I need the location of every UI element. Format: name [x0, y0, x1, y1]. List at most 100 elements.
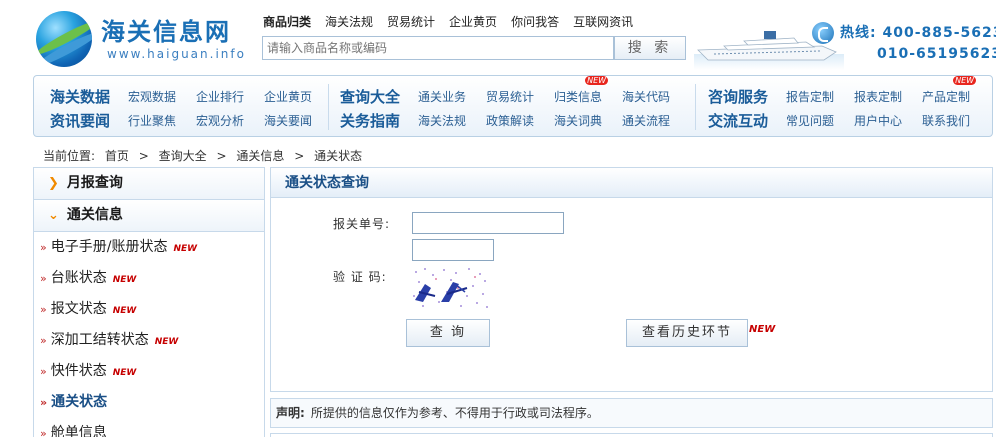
top-link[interactable]: 商品归类	[263, 13, 311, 30]
history-button[interactable]: 查看历史环节	[626, 319, 748, 347]
sidebar-item[interactable]: » 快件状态 NEW	[34, 356, 264, 387]
disclaimer: 声明: 所提供的信息仅作为参考、不得用于行政或司法程序。	[270, 398, 993, 428]
breadcrumb-link[interactable]: 查询大全	[159, 149, 207, 163]
declaration-number-input[interactable]	[412, 212, 564, 234]
nav-item[interactable]: 报告定制	[786, 88, 834, 105]
captcha-image[interactable]	[411, 266, 489, 310]
nav-item[interactable]: 报表定制	[854, 88, 902, 105]
panel-title: 通关状态查询	[271, 168, 992, 198]
breadcrumb-link[interactable]: 首页	[105, 149, 129, 163]
nav-item-product-custom[interactable]: 产品定制 NEW	[922, 75, 977, 105]
sidebar-item[interactable]: » 舱单信息	[34, 418, 264, 437]
sidebar-item-label: 通关状态	[51, 394, 108, 410]
nav-head[interactable]: 关务指南	[340, 110, 418, 131]
new-badge: NEW	[585, 75, 609, 85]
nav-item[interactable]: 通关流程	[622, 112, 670, 129]
nav-head[interactable]: 资讯要闻	[50, 110, 128, 131]
search-input[interactable]	[262, 36, 614, 60]
nav-item[interactable]: 常见问题	[786, 112, 834, 129]
new-badge: NEW	[173, 244, 198, 254]
disclaimer-text: 所提供的信息仅作为参考、不得用于行政或司法程序。	[310, 406, 599, 420]
breadcrumb-current: 通关状态	[314, 149, 363, 163]
sidebar-heading-label: 通关信息	[66, 207, 123, 223]
declaration-number-label: 报关单号:	[333, 217, 391, 231]
nav-item[interactable]: 贸易统计	[486, 88, 534, 105]
sidebar-item-active[interactable]: » 通关状态	[34, 387, 264, 418]
nav-head[interactable]: 咨询服务	[708, 86, 786, 107]
double-chevron-icon: »	[40, 396, 48, 409]
nav-item[interactable]: 海关要闻	[264, 112, 312, 129]
nav-group-service: 咨询服务 报告定制 报表定制 产品定制 NEW 交流互动 常见问题 用户中心 联…	[708, 75, 990, 132]
new-badge: NEW	[154, 337, 179, 347]
breadcrumb: 当前位置: 首页 > 查询大全 > 通关信息 > 通关状态	[43, 147, 368, 164]
chevron-right-icon: ❯	[48, 176, 59, 191]
nav-item[interactable]: 行业聚焦	[128, 112, 176, 129]
top-link[interactable]: 你问我答	[511, 13, 559, 30]
double-chevron-icon: »	[40, 427, 47, 437]
captcha-input[interactable]	[412, 239, 494, 261]
nav-group-data: 海关数据 宏观数据 企业排行 企业黄页 资讯要闻 行业聚焦 宏观分析 海关要闻	[50, 84, 332, 132]
query-panel: 通关状态查询 报关单号: 验 证 码: 查 询 查看历史环节 NEW	[270, 167, 993, 392]
sidebar-item-label: 台账状态	[50, 270, 107, 286]
nav-divider	[328, 84, 329, 130]
top-link[interactable]: 海关法规	[325, 13, 373, 30]
breadcrumb-separator: >	[216, 149, 227, 163]
double-chevron-icon: »	[40, 334, 47, 347]
nav-item[interactable]: 通关业务	[418, 88, 466, 105]
sidebar-item[interactable]: » 电子手册/账册状态 NEW	[34, 232, 264, 263]
top-links: 商品归类 海关法规 贸易统计 企业黄页 你问我答 互联网资讯	[263, 13, 633, 30]
disclaimer-label: 声明:	[276, 406, 305, 420]
sidebar-item-label: 快件状态	[50, 363, 107, 379]
sidebar-item[interactable]: » 报文状态 NEW	[34, 294, 264, 325]
nav-item[interactable]: 宏观分析	[196, 112, 244, 129]
new-badge: NEW	[112, 368, 137, 378]
nav-item[interactable]: 企业黄页	[264, 88, 312, 105]
nav-item-classification[interactable]: 归类信息 NEW	[554, 75, 609, 105]
double-chevron-icon: »	[40, 303, 47, 316]
new-badge: NEW	[953, 75, 977, 85]
breadcrumb-label: 当前位置:	[43, 149, 96, 163]
chevron-down-icon: ⌄	[48, 208, 59, 223]
nav-head[interactable]: 交流互动	[708, 110, 786, 131]
hotline-number: 热线: 400-885-5623	[840, 25, 996, 41]
site-logo-url: www.haiguan.info	[107, 47, 246, 61]
search-button[interactable]: 搜 索	[614, 36, 686, 60]
site-logo-title[interactable]: 海关信息网	[101, 12, 231, 47]
top-link[interactable]: 互联网资讯	[573, 13, 633, 30]
double-chevron-icon: »	[40, 365, 47, 378]
phone-icon	[812, 22, 834, 44]
top-link[interactable]: 贸易统计	[387, 13, 435, 30]
nav-item[interactable]: 海关代码	[622, 88, 670, 105]
logo-globe-icon[interactable]	[36, 11, 92, 67]
nav-item[interactable]: 企业排行	[196, 88, 244, 105]
nav-item[interactable]: 联系我们	[922, 112, 970, 129]
sidebar-heading-monthly[interactable]: ❯ 月报查询	[34, 168, 264, 200]
nav-head[interactable]: 查询大全	[340, 86, 418, 107]
breadcrumb-separator: >	[294, 149, 305, 163]
breadcrumb-link[interactable]: 通关信息	[236, 149, 284, 163]
double-chevron-icon: »	[40, 272, 47, 285]
nav-group-query: 查询大全 通关业务 贸易统计 归类信息 NEW 海关代码 关务指南 海关法规 政…	[340, 75, 690, 132]
nav-item[interactable]: 海关词典	[554, 112, 602, 129]
top-link[interactable]: 企业黄页	[449, 13, 497, 30]
nav-item[interactable]: 宏观数据	[128, 88, 176, 105]
sidebar-item[interactable]: » 台账状态 NEW	[34, 263, 264, 294]
double-chevron-icon: »	[40, 241, 47, 254]
nav-item[interactable]: 海关法规	[418, 112, 466, 129]
nav-divider	[695, 84, 696, 130]
nav-head[interactable]: 海关数据	[50, 86, 128, 107]
nav-item-label: 归类信息	[554, 89, 603, 104]
breadcrumb-separator: >	[138, 149, 149, 163]
sidebar-item-label: 深加工结转状态	[50, 332, 149, 348]
query-button[interactable]: 查 询	[406, 319, 490, 347]
sidebar-heading-label: 月报查询	[66, 175, 123, 191]
nav-item-label: 产品定制	[922, 89, 971, 104]
nav-item[interactable]: 政策解读	[486, 112, 534, 129]
sidebar-item[interactable]: » 深加工结转状态 NEW	[34, 325, 264, 356]
captcha-label: 验 证 码:	[333, 270, 387, 284]
nav-item[interactable]: 用户中心	[854, 112, 902, 129]
main-nav: 海关数据 宏观数据 企业排行 企业黄页 资讯要闻 行业聚焦 宏观分析 海关要闻 …	[33, 75, 993, 137]
sidebar-heading-customs-info[interactable]: ⌄ 通关信息	[34, 200, 264, 232]
hotline-number-2: 010-65195623	[877, 46, 996, 62]
sidebar-item-label: 电子手册/账册状态	[50, 239, 168, 255]
